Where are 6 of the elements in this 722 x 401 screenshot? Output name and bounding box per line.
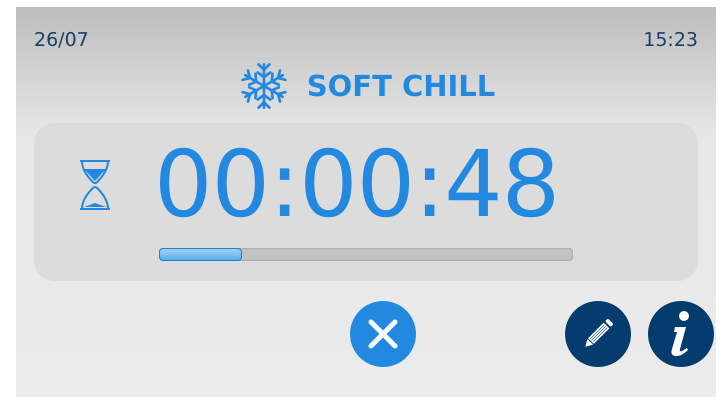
clock-time: 15:23 xyxy=(643,29,698,51)
timer-display: 00:00:48 xyxy=(154,135,560,235)
close-icon xyxy=(366,317,400,351)
program-title: SOFT CHILL xyxy=(306,69,496,103)
date: 26/07 xyxy=(34,29,89,51)
hourglass-icon xyxy=(78,159,112,211)
